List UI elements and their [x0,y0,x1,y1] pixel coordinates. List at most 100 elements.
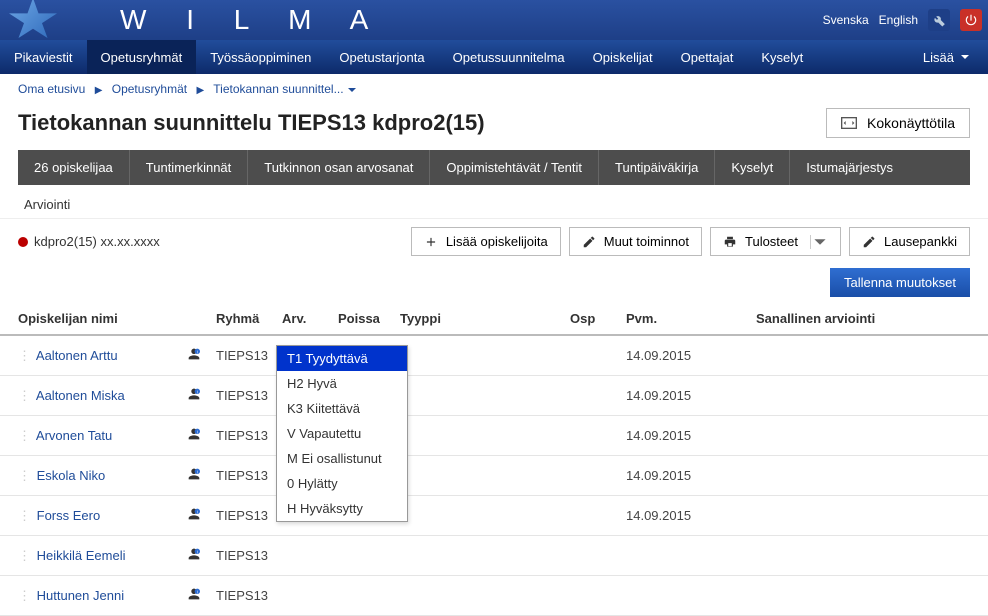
cell-verbal[interactable] [750,416,988,456]
grade-option-t1[interactable]: T1 Tyydyttävä [277,346,407,371]
breadcrumb-dropdown[interactable] [347,82,357,96]
other-actions-button[interactable]: Muut toiminnot [569,227,702,256]
drag-handle-icon[interactable]: ⋮ [18,388,33,403]
cell-arv[interactable] [276,576,332,616]
printer-icon [723,235,737,249]
cell-osp[interactable] [564,496,620,536]
subtab-paivakirja[interactable]: Tuntipäiväkirja [599,150,715,185]
student-name-link[interactable]: Arvonen Tatu [36,428,112,443]
subtab-tentit[interactable]: Oppimistehtävät / Tentit [430,150,599,185]
cell-verbal[interactable] [750,335,988,376]
subtab-tuntimerkinnat[interactable]: Tuntimerkinnät [130,150,249,185]
grade-option-k3[interactable]: K3 Kiitettävä [277,396,407,421]
nav-pikaviestit[interactable]: Pikaviestit [0,40,87,74]
subtab-kyselyt[interactable]: Kyselyt [715,150,790,185]
phrase-bank-button[interactable]: Lausepankki [849,227,970,256]
cell-verbal[interactable] [750,456,988,496]
col-verbal[interactable]: Sanallinen arviointi [750,303,988,335]
lang-svenska[interactable]: Svenska [823,13,869,27]
breadcrumb-home[interactable]: Oma etusivu [18,82,85,96]
nav-tyossaoppiminen[interactable]: Työssäoppiminen [196,40,325,74]
col-poissa[interactable]: Poissa [332,303,394,335]
fullscreen-button[interactable]: Kokonäyttötila [826,108,970,138]
cell-tyyppi[interactable] [394,335,564,376]
nav-kyselyt[interactable]: Kyselyt [747,40,817,74]
sub-breadcrumb[interactable]: Arviointi [0,185,988,218]
cell-osp[interactable] [564,536,620,576]
grade-option-h[interactable]: H Hyväksytty [277,496,407,521]
person-info-icon[interactable]: i [186,466,204,485]
cell-verbal[interactable] [750,376,988,416]
person-info-icon[interactable]: i [186,586,204,605]
student-name-link[interactable]: Eskola Niko [37,468,106,483]
drag-handle-icon[interactable]: ⋮ [18,468,33,483]
subtab-students[interactable]: 26 opiskelijaa [18,150,130,185]
fullscreen-label: Kokonäyttötila [867,115,955,131]
grade-option-0[interactable]: 0 Hylätty [277,471,407,496]
cell-poissa[interactable] [332,576,394,616]
grade-option-h2[interactable]: H2 Hyvä [277,371,407,396]
breadcrumb-current[interactable]: Tietokannan suunnittel... [213,82,343,96]
col-tyyppi[interactable]: Tyyppi [394,303,564,335]
cell-tyyppi[interactable] [394,456,564,496]
student-name-link[interactable]: Aaltonen Arttu [36,348,118,363]
col-arv[interactable]: Arv. [276,303,332,335]
cell-poissa[interactable] [332,536,394,576]
student-name-link[interactable]: Forss Eero [37,508,101,523]
cell-tyyppi[interactable] [394,376,564,416]
student-name-link[interactable]: Aaltonen Miska [36,388,125,403]
col-group[interactable]: Ryhmä [210,303,276,335]
col-icon [180,303,210,335]
nav-opettajat[interactable]: Opettajat [667,40,748,74]
nav-opiskelijat[interactable]: Opiskelijat [579,40,667,74]
person-info-icon[interactable]: i [186,546,204,565]
cell-osp[interactable] [564,416,620,456]
drag-handle-icon[interactable]: ⋮ [18,548,33,563]
col-name[interactable]: Opiskelijan nimi [0,303,180,335]
cell-tyyppi[interactable] [394,496,564,536]
cell-verbal[interactable] [750,496,988,536]
cell-osp[interactable] [564,335,620,376]
add-students-button[interactable]: Lisää opiskelijoita [411,227,561,256]
person-info-icon[interactable]: i [186,386,204,405]
subtab-arvosanat[interactable]: Tutkinnon osan arvosanat [248,150,430,185]
cell-osp[interactable] [564,456,620,496]
nav-opetustarjonta[interactable]: Opetustarjonta [325,40,438,74]
person-info-icon[interactable]: i [186,426,204,445]
print-dropdown-caret[interactable] [810,235,828,249]
nav-more[interactable]: Lisää [905,40,988,74]
breadcrumb-groups[interactable]: Opetusryhmät [112,82,187,96]
cell-verbal[interactable] [750,536,988,576]
breadcrumb: Oma etusivu ▶ Opetusryhmät ▶ Tietokannan… [0,74,988,104]
drag-handle-icon[interactable]: ⋮ [18,348,33,363]
person-info-icon[interactable]: i [186,506,204,525]
print-button[interactable]: Tulosteet [710,227,841,256]
col-osp[interactable]: Osp [564,303,620,335]
person-info-icon[interactable]: i [186,346,204,365]
drag-handle-icon[interactable]: ⋮ [18,428,33,443]
grade-option-v[interactable]: V Vapautettu [277,421,407,446]
drag-handle-icon[interactable]: ⋮ [18,508,33,523]
save-button[interactable]: Tallenna muutokset [830,268,970,297]
student-name-link[interactable]: Huttunen Jenni [37,588,124,603]
cell-tyyppi[interactable] [394,576,564,616]
student-name-link[interactable]: Heikkilä Eemeli [37,548,126,563]
subtabs: 26 opiskelijaa Tuntimerkinnät Tutkinnon … [18,150,970,185]
cell-tyyppi[interactable] [394,416,564,456]
lang-english[interactable]: English [879,13,918,27]
drag-handle-icon[interactable]: ⋮ [18,588,33,603]
cell-arv[interactable] [276,536,332,576]
grade-dropdown[interactable]: T1 Tyydyttävä H2 Hyvä K3 Kiitettävä V Va… [276,345,408,522]
col-pvm[interactable]: Pvm. [620,303,750,335]
logout-button[interactable] [960,9,982,31]
cell-verbal[interactable] [750,576,988,616]
nav-opetusryhmat[interactable]: Opetusryhmät [87,40,197,74]
cell-tyyppi[interactable] [394,536,564,576]
grade-option-m[interactable]: M Ei osallistunut [277,446,407,471]
subtab-istumajarjestys[interactable]: Istumajärjestys [790,150,909,185]
cell-osp[interactable] [564,576,620,616]
settings-button[interactable] [928,9,950,31]
cell-osp[interactable] [564,376,620,416]
nav-opetussuunnitelma[interactable]: Opetussuunnitelma [439,40,579,74]
top-bar: W I L M A Svenska English [0,0,988,40]
